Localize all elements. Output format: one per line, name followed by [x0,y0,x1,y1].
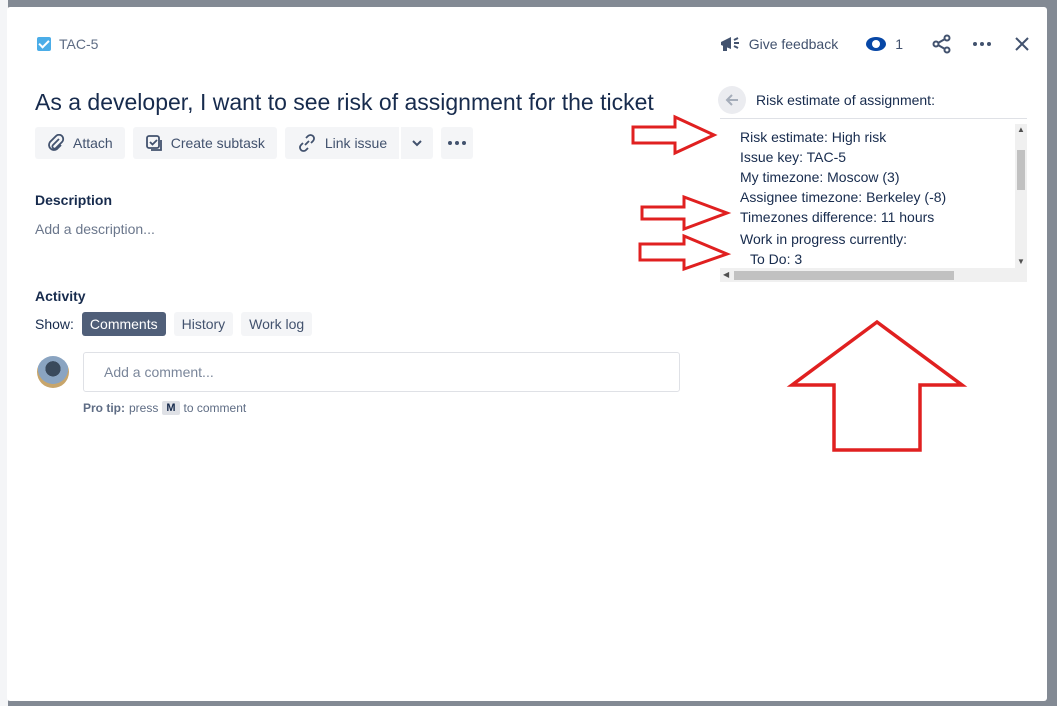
link-issue-button[interactable]: Link issue [284,127,400,159]
pro-tip-label: Pro tip: [83,401,125,415]
risk-line-assignee-timezone: Assignee timezone: Berkeley (-8) [740,189,947,205]
description-field[interactable]: Add a description... [35,221,155,237]
more-icon [973,42,991,46]
horizontal-scrollbar[interactable]: ◀ [720,268,1027,282]
link-issue-dropdown[interactable] [401,127,434,159]
subtask-icon [145,135,162,151]
activity-heading: Activity [35,288,86,304]
risk-panel-title: Risk estimate of assignment: [756,92,935,108]
chevron-down-icon [412,140,422,147]
link-issue-split: Link issue [284,127,434,159]
toolbar-more-button[interactable] [441,127,474,159]
scroll-left-icon[interactable]: ◀ [723,271,729,279]
tab-comments[interactable]: Comments [81,312,166,336]
pro-tip-suffix: to comment [183,401,247,415]
close-icon [1015,37,1029,51]
tab-work-log[interactable]: Work log [241,312,313,336]
avatar [37,356,69,388]
horizontal-scroll-thumb[interactable] [734,271,954,280]
scroll-up-icon[interactable]: ▲ [1017,126,1025,134]
back-button[interactable] [718,86,746,114]
tab-history[interactable]: History [173,312,234,336]
pro-tip-key: M [162,401,180,415]
issue-key-label[interactable]: TAC-5 [59,36,98,52]
risk-estimate-panel[interactable]: Risk estimate: High risk Issue key: TAC-… [720,124,1027,282]
give-feedback-button[interactable]: Give feedback [719,35,839,53]
close-button[interactable] [1011,33,1033,55]
issue-key-breadcrumb[interactable]: TAC-5 [37,36,98,52]
activity-filter: Show: Comments History Work log [35,312,313,336]
risk-line-wip: Work in progress currently: [740,231,908,247]
watch-count: 1 [895,36,903,52]
risk-content: Risk estimate: High risk Issue key: TAC-… [740,127,946,269]
more-actions-button[interactable] [971,33,993,55]
risk-panel-header: Risk estimate of assignment: [718,86,935,114]
pro-tip-press: press [129,401,159,415]
checkbox-icon [37,37,51,51]
risk-line-todo: To Do: 3 [750,251,803,267]
megaphone-icon [720,37,739,51]
divider [720,118,1027,119]
issue-modal: TAC-5 Give feedback 1 As a developer, I … [7,7,1047,701]
risk-line-timezone-difference: Timezones difference: 11 hours [740,209,935,225]
issue-toolbar: Attach Create subtask Link issue [35,127,474,159]
risk-line-estimate: Risk estimate: High risk [740,129,887,145]
link-issue-label: Link issue [324,135,388,151]
description-heading: Description [35,192,113,208]
pro-tip: Pro tip: press M to comment [83,401,246,415]
attach-button[interactable]: Attach [35,127,125,159]
scroll-down-icon[interactable]: ▼ [1017,258,1025,266]
share-button[interactable] [931,33,953,55]
issue-title[interactable]: As a developer, I want to see risk of as… [35,89,654,116]
top-actions: Give feedback 1 [719,31,1033,57]
vertical-scrollbar[interactable]: ▲ ▼ [1015,124,1027,268]
create-subtask-label: Create subtask [170,135,265,151]
attach-label: Attach [73,135,113,151]
risk-line-my-timezone: My timezone: Moscow (3) [740,169,900,185]
watch-button[interactable]: 1 [866,36,903,52]
comment-placeholder: Add a comment... [104,364,214,380]
give-feedback-label: Give feedback [748,36,839,52]
comment-input[interactable]: Add a comment... [83,352,680,392]
risk-line-issue-key: Issue key: TAC-5 [740,149,847,165]
back-arrow-icon [725,94,738,106]
create-subtask-button[interactable]: Create subtask [132,127,277,159]
share-icon [932,34,951,54]
more-icon [448,141,467,145]
link-icon [298,134,315,152]
vertical-scroll-thumb[interactable] [1017,150,1025,190]
eye-icon [866,37,887,51]
show-label: Show: [35,316,74,332]
paperclip-icon [48,134,65,151]
